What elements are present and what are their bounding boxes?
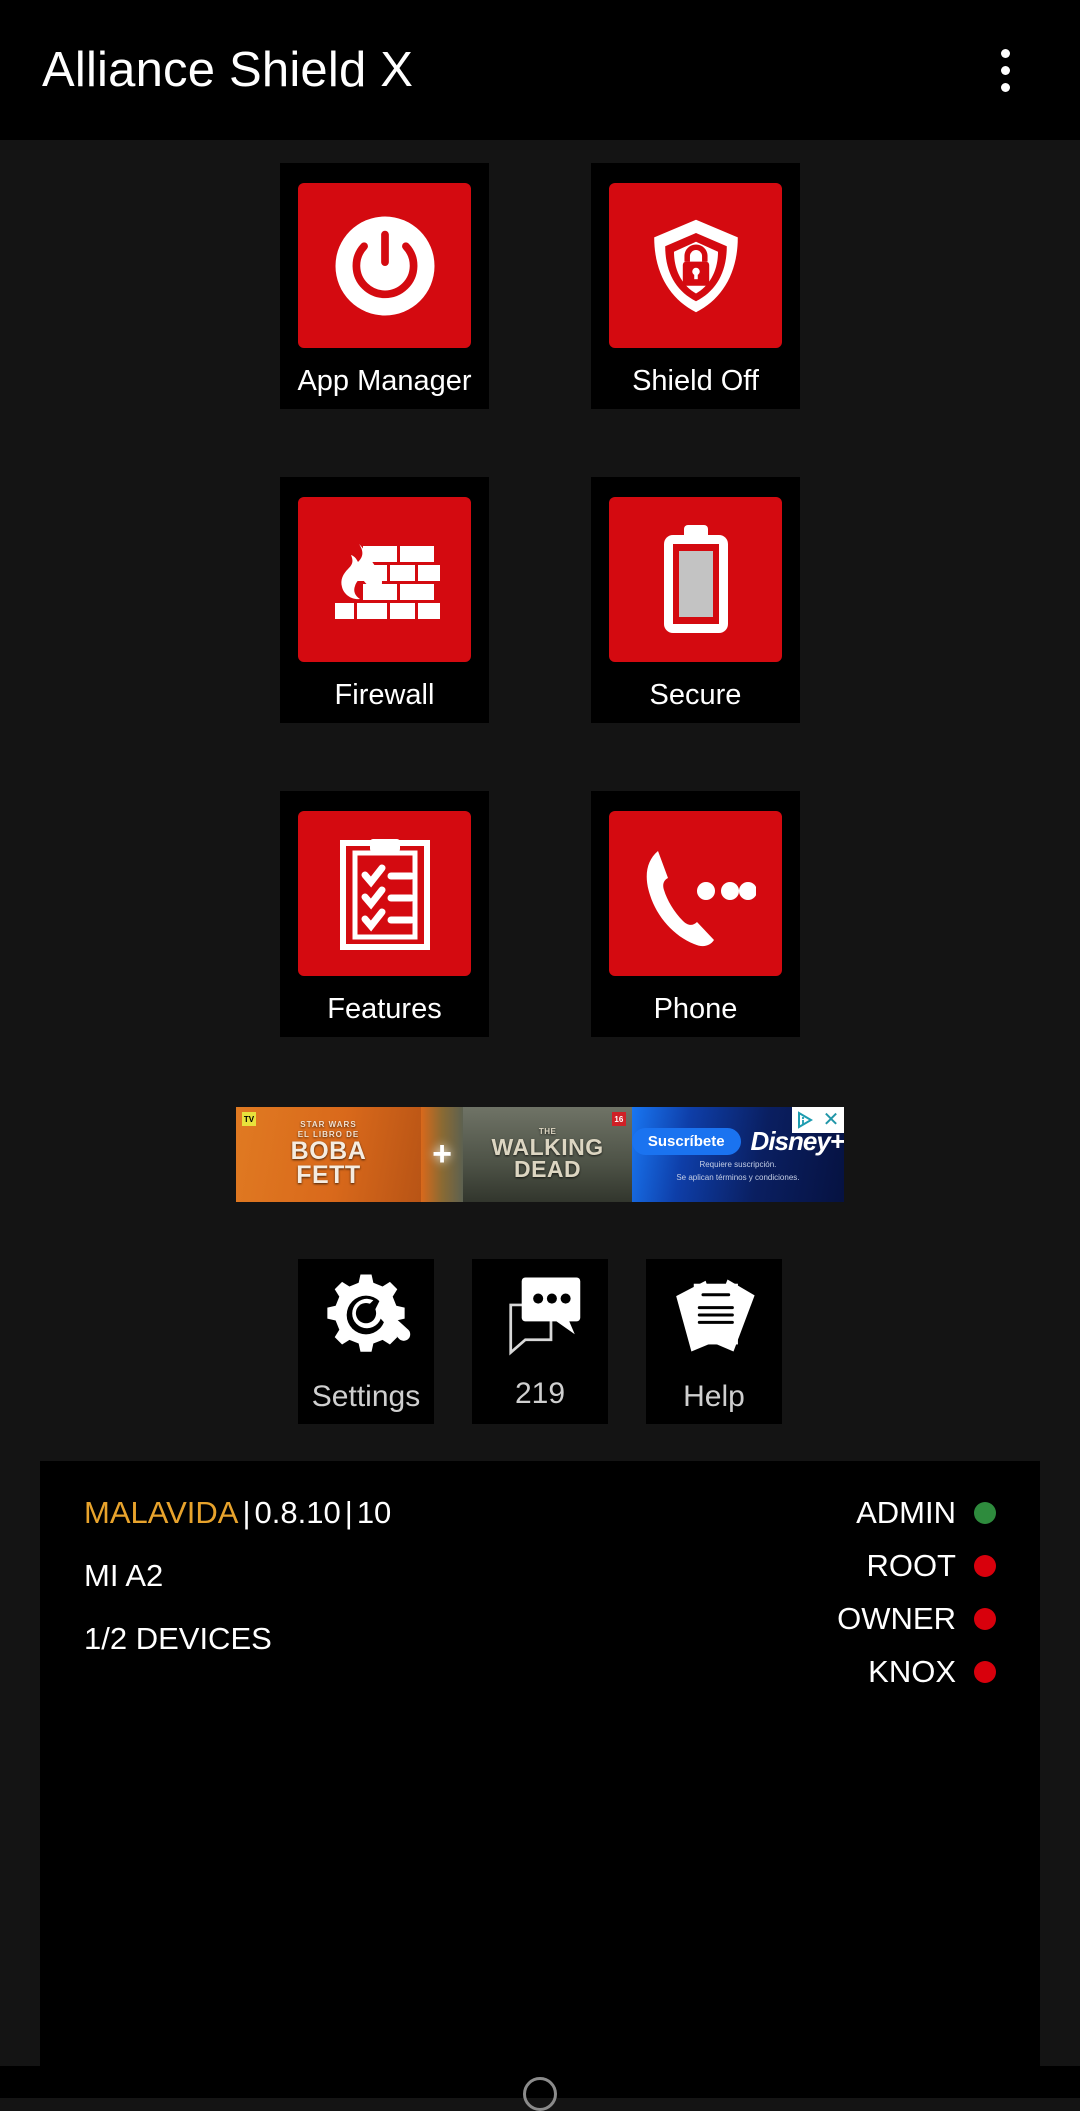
page-title: Alliance Shield X [42, 42, 970, 98]
action-label: Settings [312, 1380, 420, 1414]
firewall-brick-flame-icon [298, 497, 471, 662]
tile-shield-off[interactable]: Shield Off [591, 163, 800, 409]
feature-grid: App Manager Shield Off [280, 163, 800, 1105]
tile-label: Features [327, 993, 441, 1026]
ad-segment-boba-fett: TV STAR WARS EL LIBRO DE BOBA FETT [236, 1107, 421, 1202]
status-dot [974, 1502, 996, 1524]
overflow-dot [1001, 83, 1010, 92]
ad-boba-title: STAR WARS EL LIBRO DE BOBA FETT [291, 1121, 367, 1188]
status-info: MALAVIDA|0.8.10|10 MI A2 1/2 DEVICES [84, 1495, 391, 2068]
ad-rating-badge: TV [242, 1112, 256, 1126]
close-icon[interactable]: ✕ [818, 1107, 844, 1133]
main-content: App Manager Shield Off [0, 140, 1080, 2098]
ad-boba-pre2: EL LIBRO DE [291, 1131, 367, 1139]
brand-label: MALAVIDA [84, 1495, 238, 1530]
battery-icon [609, 497, 782, 662]
app-bar: Alliance Shield X [0, 0, 1080, 140]
power-icon [298, 183, 471, 348]
indicator-label: ROOT [866, 1548, 956, 1584]
tile-app-manager[interactable]: App Manager [280, 163, 489, 409]
tile-label: Shield Off [632, 365, 759, 398]
grid-row: Firewall Secure [280, 477, 800, 723]
more-vertical-icon[interactable] [970, 35, 1040, 105]
home-circle-icon[interactable] [523, 2077, 557, 2111]
status-dot [974, 1608, 996, 1630]
grid-row: Features Phone [280, 791, 800, 1037]
adchoices-icon[interactable] [792, 1107, 818, 1133]
indicator-label: KNOX [868, 1654, 956, 1690]
tile-label: Phone [654, 993, 738, 1026]
status-badge-knox: KNOX [868, 1654, 996, 1690]
status-badge-owner: OWNER [837, 1601, 996, 1637]
separator: | [238, 1495, 254, 1530]
indicator-label: ADMIN [856, 1495, 956, 1531]
overflow-dot [1001, 66, 1010, 75]
phone-dots-icon [609, 811, 782, 976]
status-dot [974, 1555, 996, 1577]
advertisement-banner[interactable]: TV STAR WARS EL LIBRO DE BOBA FETT + 16 … [236, 1107, 844, 1202]
shield-lock-icon [609, 183, 782, 348]
overflow-dot [1001, 49, 1010, 58]
tile-phone[interactable]: Phone [591, 791, 800, 1037]
documents-stack-icon [668, 1269, 760, 1366]
ad-plus-symbol: + [421, 1107, 463, 1202]
clipboard-checklist-icon [298, 811, 471, 976]
gear-wrench-icon [320, 1269, 412, 1366]
status-badge-admin: ADMIN [856, 1495, 996, 1531]
status-badge-root: ROOT [866, 1548, 996, 1584]
action-row: Settings 219 [298, 1259, 782, 1424]
status-indicators: ADMIN ROOT OWNER KNOX [837, 1495, 996, 2068]
status-panel: MALAVIDA|0.8.10|10 MI A2 1/2 DEVICES ADM… [40, 1461, 1040, 2098]
ad-boba-pre: STAR WARS [291, 1121, 367, 1129]
settings-button[interactable]: Settings [298, 1259, 434, 1424]
ad-boba-line2: FETT [296, 1161, 361, 1189]
grid-row: App Manager Shield Off [280, 163, 800, 409]
action-label: 219 [515, 1377, 565, 1411]
indicator-label: OWNER [837, 1601, 956, 1637]
tile-label: App Manager [297, 365, 471, 398]
chat-bubbles-icon [494, 1272, 586, 1363]
build-label: 10 [357, 1495, 391, 1530]
device-count: 1/2 DEVICES [84, 1621, 391, 1657]
messages-button[interactable]: 219 [472, 1259, 608, 1424]
help-button[interactable]: Help [646, 1259, 782, 1424]
version-line: MALAVIDA|0.8.10|10 [84, 1495, 391, 1531]
ad-twd-line2: DEAD [514, 1156, 581, 1182]
tile-label: Firewall [335, 679, 435, 712]
ad-fine-print-2: Se aplican términos y condiciones. [676, 1173, 799, 1183]
ad-rating-badge: 16 [612, 1112, 626, 1126]
separator: | [341, 1495, 357, 1530]
device-model: MI A2 [84, 1558, 391, 1594]
action-label: Help [683, 1380, 745, 1414]
ad-fine-print-1: Requiere suscripción. [699, 1160, 776, 1170]
system-navigation-bar [0, 2066, 1080, 2098]
status-dot [974, 1661, 996, 1683]
tile-firewall[interactable]: Firewall [280, 477, 489, 723]
version-label: 0.8.10 [255, 1495, 341, 1530]
ad-twd-title: THE WALKING DEAD [492, 1128, 604, 1180]
tile-secure[interactable]: Secure [591, 477, 800, 723]
tile-label: Secure [650, 679, 742, 712]
tile-features[interactable]: Features [280, 791, 489, 1037]
ad-segment-walking-dead: 16 THE WALKING DEAD [463, 1107, 632, 1202]
ad-subscribe-button[interactable]: Suscríbete [632, 1128, 741, 1155]
